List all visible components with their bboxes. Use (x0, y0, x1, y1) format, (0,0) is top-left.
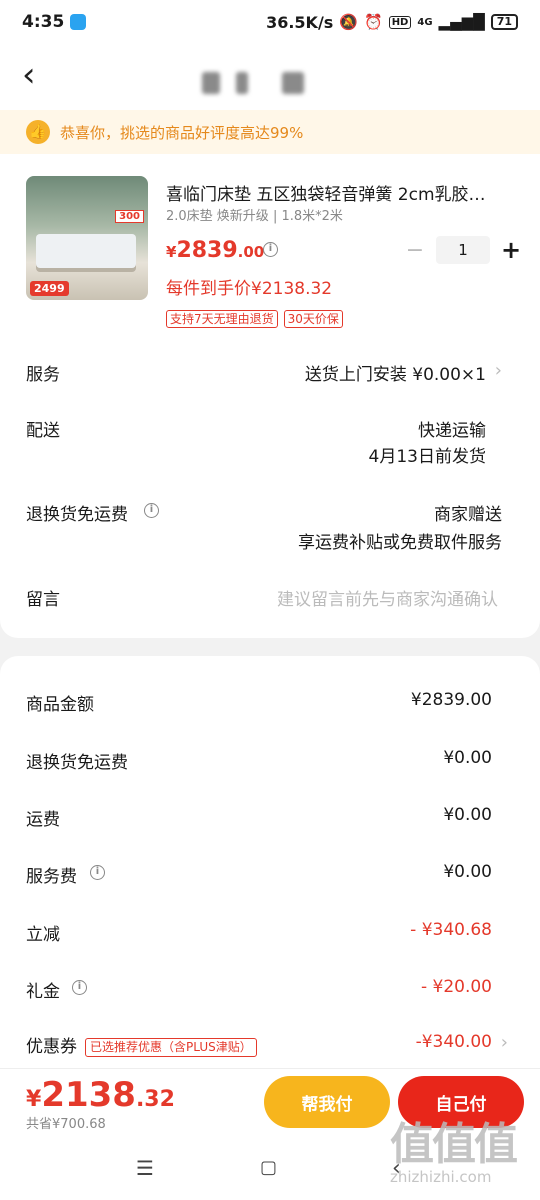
return-detail: 享运费补贴或免费取件服务 (298, 533, 502, 553)
help-pay-button[interactable]: 帮我付 (264, 1076, 390, 1128)
battery-icon: 71 (490, 14, 518, 30)
return-label: 退换货免运费 (26, 505, 128, 525)
quantity-field[interactable]: 1 (436, 236, 490, 264)
service-label: 服务 (26, 365, 60, 385)
coupon-value: -¥340.00 (415, 1032, 492, 1052)
net-price: 每件到手价¥2138.32 (166, 279, 333, 299)
blurred-title-part (202, 72, 220, 94)
total-symbol: ¥ (26, 1087, 42, 1112)
discount-value: - ¥340.68 (410, 920, 492, 940)
price-decimal: .00 (237, 243, 265, 261)
message-row: 留言 建议留言前先与商家沟通确认 (26, 585, 502, 610)
banner-text: 恭喜你，挑选的商品好评度高达99% (60, 123, 304, 142)
status-time: 4:35 (22, 12, 65, 32)
message-label: 留言 (26, 590, 60, 610)
gift-info-icon[interactable]: i (72, 980, 87, 995)
return-fee-value: ¥0.00 (443, 748, 492, 768)
back-icon[interactable]: ‹ (22, 58, 36, 92)
rating-banner: 👍 恭喜你，挑选的商品好评度高达99% (0, 110, 540, 154)
price-symbol: ¥ (166, 243, 177, 261)
blurred-title-part (236, 72, 248, 94)
badge-return: 支持7天无理由退货 (166, 310, 278, 328)
gift-label: 礼金 (26, 982, 60, 1002)
return-info-icon[interactable]: i (144, 503, 159, 518)
quantity-stepper: − 1 + (404, 236, 522, 264)
top-navbar: ‹ (0, 44, 540, 110)
return-provider: 商家赠送 (434, 505, 502, 525)
network-type: 4G (417, 16, 433, 28)
mattress-graphic (36, 234, 136, 268)
product-price: ¥2839.00 (166, 238, 264, 263)
status-bar: 4:35 36.5K/s 🔕 ⏰ HD 4G ▂▄▆█ 71 (0, 0, 540, 44)
image-tag: 300 (115, 210, 144, 223)
product-badges: 支持7天无理由退货 30天价保 (166, 310, 343, 328)
price-info-icon[interactable]: i (263, 242, 278, 257)
hd-icon: HD (388, 15, 412, 29)
blurred-title-part (282, 72, 304, 94)
price-integer: 2839 (176, 238, 238, 263)
gift-value: - ¥20.00 (420, 977, 492, 997)
delivery-method: 快递运输 (418, 421, 486, 441)
decrease-button[interactable]: − (404, 238, 426, 263)
menu-icon[interactable]: ☰ (136, 1156, 154, 1180)
saved-amount: 共省¥700.68 (26, 1117, 106, 1132)
price-summary-card: 商品金额 ¥2839.00 退换货免运费 ¥0.00 运费 ¥0.00 服务费 … (0, 656, 540, 1086)
chevron-right-icon: › (500, 1032, 508, 1053)
watermark-url: zhizhizhi.com (390, 1168, 492, 1186)
watermark-logo: 值值值 zhizhizhi.com (390, 1108, 540, 1200)
shipping-value: ¥0.00 (443, 805, 492, 825)
coupon-label: 优惠券 (26, 1037, 77, 1057)
net-speed: 36.5K/s (266, 12, 334, 32)
increase-button[interactable]: + (500, 236, 522, 264)
alarm-icon: ⏰ (364, 13, 383, 31)
service-row[interactable]: 服务 送货上门安装 ¥0.00×1 › (26, 360, 502, 385)
return-fee-label: 退换货免运费 (26, 753, 128, 773)
goods-amount-value: ¥2839.00 (410, 690, 492, 710)
mute-bell-icon: 🔕 (339, 13, 358, 31)
service-fee-label: 服务费 (26, 867, 77, 887)
message-input[interactable]: 建议留言前先与商家沟通确认 (277, 585, 498, 610)
goods-amount-label: 商品金额 (26, 695, 94, 715)
home-icon[interactable]: ▢ (260, 1157, 277, 1178)
total-integer: 2138 (41, 1075, 136, 1115)
chevron-right-icon: › (494, 360, 502, 381)
badge-price-protect: 30天价保 (283, 310, 343, 328)
status-indicators: 36.5K/s 🔕 ⏰ HD 4G ▂▄▆█ 71 (266, 13, 518, 32)
product-title[interactable]: 喜临门床垫 五区独袋轻音弹簧 2cm乳胶… (166, 180, 516, 205)
total-decimal: .32 (135, 1087, 175, 1112)
service-fee-info-icon[interactable]: i (90, 865, 105, 880)
thumbs-up-icon: 👍 (26, 120, 50, 144)
watermark-text: 值值值 (390, 1119, 518, 1170)
app-notification-icon (70, 14, 87, 30)
delivery-row[interactable]: 配送 快递运输 4月13日前发货 (26, 416, 502, 467)
image-price-tag: 2499 (30, 281, 69, 296)
product-image[interactable]: 300 2499 (26, 176, 148, 300)
service-value: 送货上门安装 ¥0.00×1 (304, 365, 486, 385)
signal-icon: ▂▄▆█ (438, 13, 485, 31)
discount-label: 立减 (26, 925, 60, 945)
service-fee-value: ¥0.00 (443, 862, 492, 882)
product-spec[interactable]: 2.0床垫 焕新升级 | 1.8米*2米 (166, 205, 343, 224)
delivery-date: 4月13日前发货 (368, 447, 486, 467)
order-card: 300 2499 喜临门床垫 五区独袋轻音弹簧 2cm乳胶… 2.0床垫 焕新升… (0, 154, 540, 638)
delivery-label: 配送 (26, 421, 60, 441)
coupon-label-wrap: 优惠券 已选推荐优惠（含PLUS津贴） (26, 1032, 257, 1057)
return-row: 退换货免运费 i 商家赠送 享运费补贴或免费取件服务 (26, 500, 502, 553)
total-price: ¥2138.32 (26, 1075, 175, 1115)
shipping-label: 运费 (26, 810, 60, 830)
coupon-tag: 已选推荐优惠（含PLUS津贴） (85, 1037, 257, 1057)
